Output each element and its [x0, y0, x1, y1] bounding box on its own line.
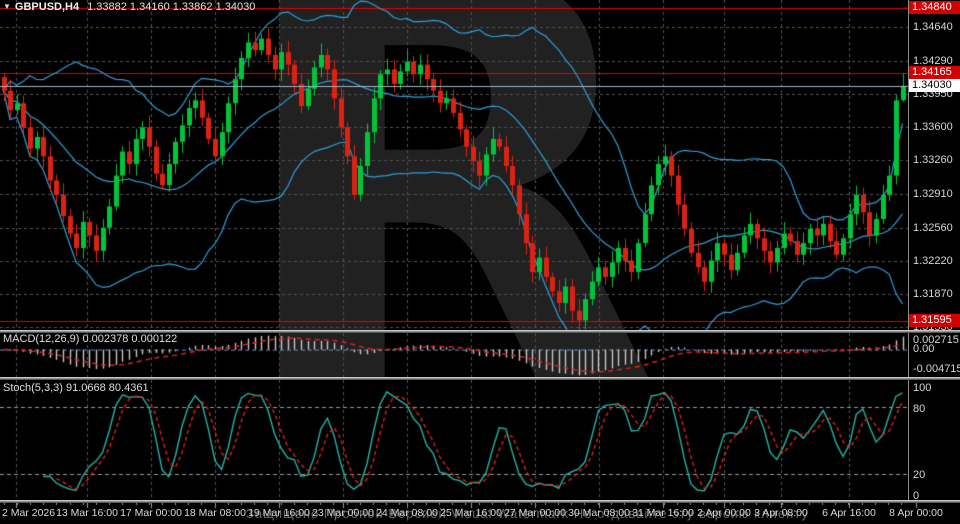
price-tick-label: 1.33260 [913, 154, 953, 166]
time-label: 6 Apr 16:00 [822, 507, 876, 519]
stoch-tick-label: 100 [913, 382, 931, 394]
price-axis: 1.346401.342901.339501.336001.332601.329… [909, 0, 960, 330]
time-label: 13 Mar 16:00 [56, 507, 118, 519]
main-chart-canvas[interactable] [0, 0, 908, 330]
price-tick-label: 1.32560 [913, 222, 953, 234]
chart-window: R ▼GBPUSD,H41.33882 1.34160 1.33862 1.34… [0, 0, 960, 524]
price-tick-label: 1.34290 [913, 55, 953, 67]
stoch-tick-label: 20 [913, 469, 925, 481]
stoch-panel-canvas[interactable] [0, 380, 908, 501]
symbol-bar: ▼ GBPUSD,H4 1.33882 1.34160 1.33862 1.3403… [3, 1, 255, 13]
stoch-indicator-label: Stoch(5,3,3) 91.0668 80.4361 [3, 382, 149, 394]
stoch-axis: 100 80 20 0 [909, 377, 960, 500]
time-label: 2 Mar 2026 [2, 507, 55, 519]
price-level-badge: 1.34165 [909, 66, 960, 79]
price-tick-label: 1.31870 [913, 288, 953, 300]
macd-indicator-label: MACD(12,26,9) 0.002378 0.000122 [3, 333, 177, 345]
macd-tick-label: 0.00 [913, 343, 934, 355]
watermark-trial-text: Защищено Пробной Версией Visual Watermar… [246, 506, 809, 521]
time-label: 8 Apr 00:00 [889, 507, 943, 519]
panel-separator-stoch[interactable] [0, 377, 960, 380]
panel-separator-bottom [0, 500, 960, 503]
price-tick-label: 1.32910 [913, 188, 953, 200]
macd-axis: 0.0027150.00-0.004715 [909, 330, 960, 377]
stoch-tick-label: 0 [913, 490, 919, 502]
price-tick-label: 1.32220 [913, 255, 953, 267]
time-label: 17 Mar 00:00 [120, 507, 182, 519]
current-price-badge: 1.34030 [909, 79, 960, 92]
chevron-down-icon[interactable]: ▼ [3, 2, 11, 11]
price-tick-label: 1.34640 [913, 21, 953, 33]
price-level-badge: 1.31595 [909, 314, 960, 327]
stoch-tick-label: 80 [913, 403, 925, 415]
price-tick-label: 1.33600 [913, 121, 953, 133]
ohlc-readout: 1.33882 1.34160 1.33862 1.34030 [87, 1, 255, 13]
time-label: 18 Mar 08:00 [184, 507, 246, 519]
price-level-badge: 1.34840 [909, 1, 960, 14]
macd-tick-label: -0.004715 [913, 363, 960, 375]
symbol-label: GBPUSD,H4 [15, 1, 79, 13]
